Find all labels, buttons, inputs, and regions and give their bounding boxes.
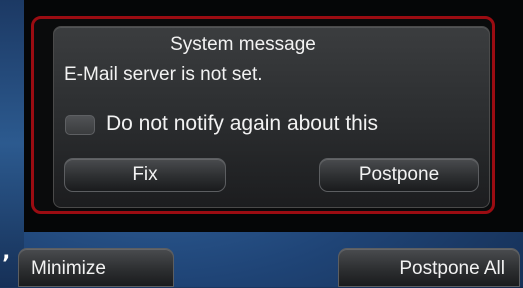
fragment-mark: ’ [2, 252, 11, 277]
minimize-button[interactable]: Minimize [18, 248, 174, 287]
do-not-notify-label[interactable]: Do not notify again about this [106, 112, 378, 136]
postpone-all-button[interactable]: Postpone All [338, 248, 520, 287]
message-text: E-Mail server is not set. [64, 64, 263, 85]
fix-button[interactable]: Fix [64, 158, 226, 192]
postpone-button[interactable]: Postpone [319, 158, 479, 192]
do-not-notify-checkbox[interactable] [65, 115, 95, 135]
dialog-title: System message [170, 34, 316, 55]
desktop-background-strip [0, 0, 24, 287]
